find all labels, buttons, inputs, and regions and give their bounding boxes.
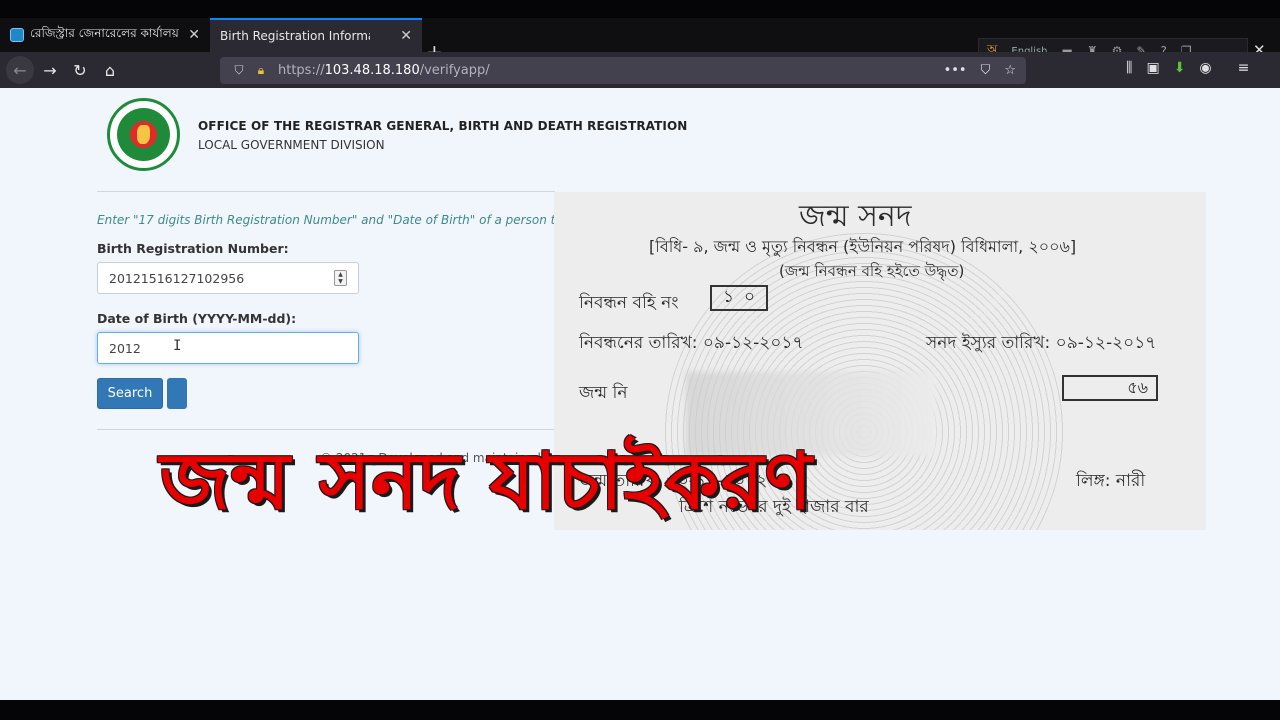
home-icon[interactable]: ⌂ [98, 58, 122, 82]
text-cursor-icon: I [173, 338, 182, 354]
shield-icon[interactable]: ⛉ [228, 63, 250, 78]
org-division: LOCAL GOVERNMENT DIVISION [198, 138, 385, 152]
certificate-subtitle: (জন্ম নিবন্ধন বহি হইতে উদ্ধৃত) [779, 262, 965, 280]
certificate-rule: [বিধি- ৯, জন্ম ও মৃত্যু নিবন্ধন (ইউনিয়ন… [649, 237, 1077, 256]
org-name: OFFICE OF THE REGISTRAR GENERAL, BIRTH A… [198, 119, 688, 133]
url-path: /verifyapp/ [419, 63, 490, 78]
bookmark-star-icon[interactable]: ☆ [1004, 63, 1016, 78]
site-favicon-icon [10, 28, 24, 42]
secondary-button[interactable] [167, 378, 187, 409]
download-arrow-icon[interactable]: ⬇ [1174, 60, 1186, 76]
book-digit: ০ [743, 287, 756, 307]
overlay-caption: জন্ম সনদ যাচাইকরণ [160, 437, 813, 527]
tab-registrar-office[interactable]: রেজিস্ট্রার জেনারেলের কার্যালয় ✕ [0, 18, 210, 52]
certificate-registration-date: নিবন্ধনের তারিখ: ০৯-১২-২০১৭ [579, 333, 804, 353]
bangladesh-map-icon [137, 125, 150, 144]
close-tab-icon[interactable]: ✕ [400, 28, 412, 44]
certificate-gender: লিঙ্গ: নারী [1076, 471, 1146, 491]
url-host: 103.48.18.180 [324, 63, 420, 78]
tab-title: রেজিস্ট্রার জেনারেলের কার্যালয় [30, 26, 179, 40]
url-text[interactable]: https://103.48.18.180/verifyapp/ [278, 63, 490, 78]
certificate-reg-number-box: ৫৬ [1062, 375, 1158, 401]
reload-icon[interactable]: ↻ [68, 58, 92, 82]
birth-registration-number-input[interactable]: 20121516127102956 ▲ ▼ [97, 262, 359, 294]
tab-birth-registration-verify[interactable]: Birth Registration Information Verifi ✕ [210, 18, 422, 52]
url-scheme: https:// [278, 63, 325, 78]
library-icon[interactable]: ⫼ [1126, 60, 1132, 76]
book-digit: ১ [722, 287, 734, 307]
certificate-reg-no-label: জন্ম নি [579, 383, 628, 403]
date-of-birth-input[interactable]: 2012 [97, 332, 359, 364]
page-actions-menu-icon[interactable]: ••• [944, 63, 967, 78]
os-top-bar [0, 0, 1280, 18]
reg-number-tail: ৫৬ [1127, 377, 1148, 397]
tab-title: Birth Registration Information Verifi [220, 29, 370, 43]
divider [97, 429, 555, 430]
sidebar-icon[interactable]: ▣ [1146, 60, 1159, 76]
dob-label: Date of Birth (YYYY-MM-dd): [97, 311, 297, 326]
back-arrow-icon[interactable]: ← [6, 56, 34, 84]
brn-value: 20121516127102956 [109, 271, 245, 286]
certificate-book-label: নিবন্ধন বহি নং [579, 293, 679, 313]
divider [97, 191, 555, 192]
search-button[interactable]: Search [97, 378, 163, 409]
os-bottom-bar [0, 700, 1280, 720]
menu-hamburger-icon[interactable]: ≡ [1238, 60, 1250, 76]
address-bar[interactable]: ⛉ 🔒︎ https://103.48.18.180/verifyapp/ ••… [220, 57, 1026, 84]
tab-strip: রেজিস্ট্রার জেনারেলের কার্যালয় ✕ Birth … [0, 18, 1280, 64]
certificate-issue-date: সনদ ইস্যুর তারিখ: ০৯-১২-২০১৭ [926, 333, 1157, 353]
number-spinner-icon[interactable]: ▲ ▼ [334, 270, 347, 286]
lock-warning-icon[interactable]: 🔒︎ [250, 63, 272, 78]
account-icon[interactable]: ◉ [1199, 60, 1211, 76]
government-seal-logo [107, 98, 180, 171]
navigation-toolbar: ← → ↻ ⌂ ⛉ 🔒︎ https://103.48.18.180/verif… [0, 52, 1280, 88]
pocket-icon[interactable]: ⛉ [981, 63, 991, 78]
page-content: OFFICE OF THE REGISTRAR GENERAL, BIRTH A… [0, 88, 1280, 700]
brn-label: Birth Registration Number: [97, 241, 289, 256]
form-instruction: Enter "17 digits Birth Registration Numb… [97, 213, 555, 227]
close-tab-icon[interactable]: ✕ [188, 27, 200, 43]
certificate-book-number: ১ ০ [710, 285, 768, 311]
dob-value: 2012 [109, 341, 141, 356]
forward-arrow-icon[interactable]: → [38, 58, 62, 82]
